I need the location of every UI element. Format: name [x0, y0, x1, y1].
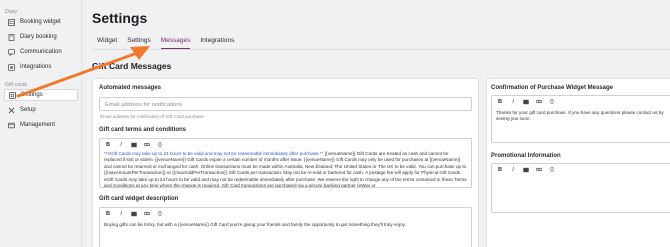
image-icon[interactable] [131, 210, 137, 217]
link-icon[interactable] [536, 166, 542, 173]
sidebar-item-diary-booking[interactable]: Diary booking [4, 31, 78, 43]
terms-heading: Gift card terms and conditions [99, 127, 187, 133]
description-toolbar: B I {} [100, 208, 471, 219]
confirmation-panel: Confirmation of Purchase Widget Message … [486, 78, 670, 247]
confirmation-text[interactable]: Thanks for your gift card purchase. If y… [492, 107, 670, 124]
sidebar-item-settings[interactable]: Settings [4, 89, 78, 101]
sidebar-section-gift-cards: Gift cards [5, 82, 28, 88]
image-icon[interactable] [523, 98, 529, 105]
code-button[interactable]: {} [549, 166, 555, 173]
code-button[interactable]: {} [157, 210, 163, 217]
terms-editor[interactable]: B I {} **eGift Cards may take up to 24 h… [99, 138, 472, 188]
promo-heading: Promotional Information [491, 153, 561, 159]
sidebar-item-label: Communication [20, 49, 62, 55]
chat-icon [8, 48, 15, 56]
main-content: Settings Widget Settings Messages Integr… [83, 0, 670, 247]
section-title: Gift Card Messages [92, 61, 172, 71]
sidebar-item-integrations[interactable]: Integrations [4, 61, 78, 73]
sidebar-item-label: Booking widget [20, 19, 61, 25]
plug-icon [8, 63, 15, 71]
notification-email-input[interactable]: Email address for notifications [99, 97, 472, 111]
automated-messages-heading: Automated messages [99, 85, 162, 91]
code-button[interactable]: {} [157, 141, 163, 148]
notification-email-hint: Email address for notification of Gift C… [100, 114, 204, 119]
bold-button[interactable]: B [105, 141, 111, 148]
terms-body-text: {{venueName}} Gift Cards are treated as … [104, 151, 467, 187]
bold-button[interactable]: B [105, 210, 111, 217]
grid-icon [8, 18, 15, 26]
promo-editor[interactable]: B I {} [491, 163, 670, 213]
bold-button[interactable]: B [497, 166, 503, 173]
confirmation-heading: Confirmation of Purchase Widget Message [491, 85, 613, 91]
tools-icon [8, 107, 15, 114]
bold-button[interactable]: B [497, 98, 503, 105]
sidebar-item-booking-widget[interactable]: Booking widget [4, 16, 78, 28]
confirmation-toolbar: B I {} [492, 96, 670, 107]
sidebar-item-label: Diary booking [20, 34, 57, 40]
link-icon[interactable] [536, 98, 542, 105]
page-title: Settings [92, 10, 148, 26]
sidebar-item-communication[interactable]: Communication [4, 46, 78, 58]
sidebar-item-label: Settings [21, 92, 43, 98]
sidebar-section-diary: Diary [5, 9, 18, 15]
terms-highlight-text: **eGift Cards may take up to 24 hours to… [104, 151, 324, 156]
description-text[interactable]: Buying gifts can be tricky, but with a {… [100, 219, 471, 229]
tab-messages[interactable]: Messages [160, 37, 191, 49]
italic-button[interactable]: I [118, 141, 124, 148]
italic-button[interactable]: I [510, 166, 516, 173]
promo-toolbar: B I {} [492, 164, 670, 175]
link-icon[interactable] [144, 141, 150, 148]
sidebar-item-setup[interactable]: Setup [4, 104, 78, 116]
tab-widget[interactable]: Widget [97, 37, 117, 49]
confirmation-editor[interactable]: B I {} Thanks for your gift card purchas… [491, 95, 670, 143]
tab-settings[interactable]: Settings [127, 37, 151, 49]
description-heading: Gift card widget description [99, 196, 179, 202]
image-icon[interactable] [131, 141, 137, 148]
italic-button[interactable]: I [510, 98, 516, 105]
book-icon [8, 33, 15, 41]
tab-bar: Widget Settings Messages Integrations [97, 37, 244, 49]
terms-text[interactable]: **eGift Cards may take up to 24 hours to… [100, 150, 471, 187]
sidebar: Diary Booking widget Diary booking Commu… [0, 0, 82, 247]
image-icon[interactable] [523, 166, 529, 173]
link-icon[interactable] [144, 210, 150, 217]
sidebar-item-management[interactable]: Management [4, 119, 78, 131]
terms-toolbar: B I {} [100, 139, 471, 150]
italic-button[interactable]: I [118, 210, 124, 217]
settings-icon [9, 91, 16, 99]
sidebar-item-label: Integrations [20, 64, 52, 70]
messages-panel: Automated messages Email address for not… [92, 78, 479, 247]
sidebar-item-label: Management [20, 122, 56, 128]
code-button[interactable]: {} [549, 98, 555, 105]
description-editor[interactable]: B I {} Buying gifts can be tricky, but w… [99, 207, 472, 247]
tab-integrations[interactable]: Integrations [200, 37, 234, 49]
tabs-divider [92, 49, 670, 50]
sidebar-item-label: Setup [20, 107, 36, 113]
card-icon [8, 122, 15, 129]
